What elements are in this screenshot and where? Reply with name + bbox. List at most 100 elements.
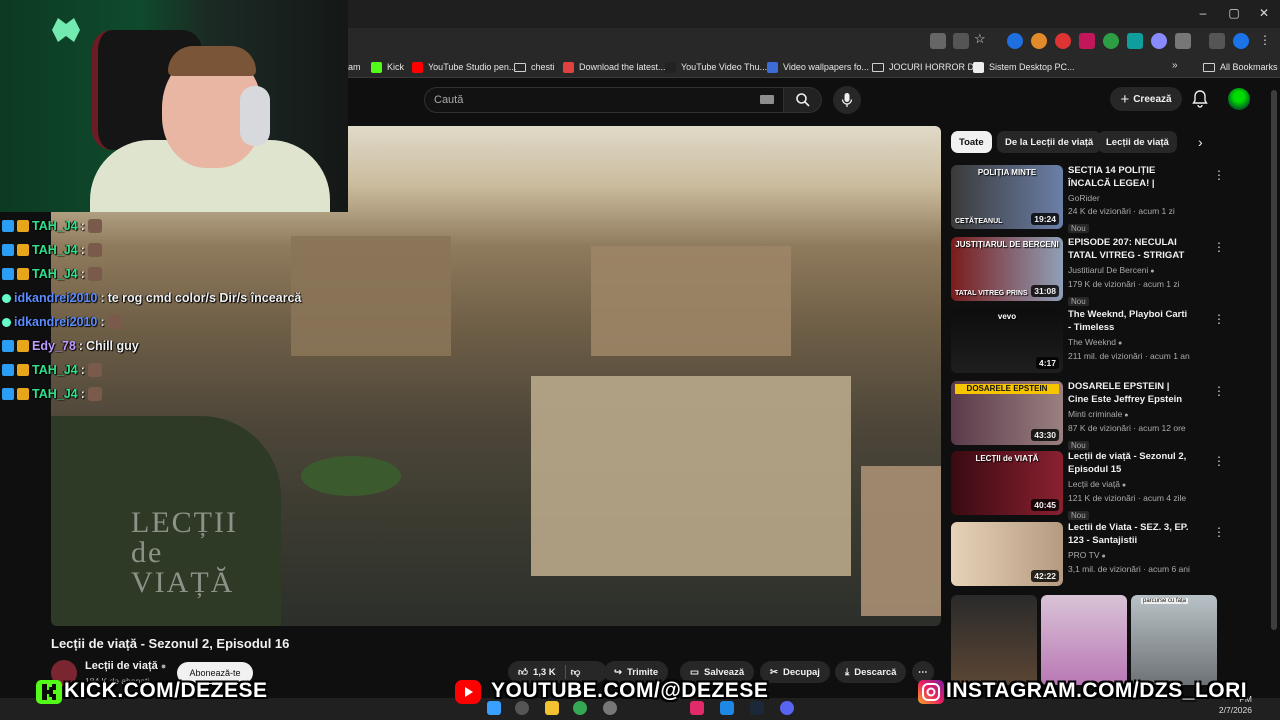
chat-separator: :: [80, 363, 85, 377]
filter-chip[interactable]: Lecții de viață: [1098, 131, 1177, 153]
maximize-icon[interactable]: ▢: [1224, 6, 1244, 20]
youtube-url: YOUTUBE.COM/@DEZESE: [491, 679, 769, 702]
bookmark-item[interactable]: JOCURI HORROR D...: [872, 57, 982, 77]
video-title[interactable]: SECȚIA 14 POLIȚIE ÎNCALCĂ LEGEA! | Săptă…: [1068, 165, 1192, 190]
channel-label: PRO TV: [1068, 550, 1100, 560]
chat-badge-icon: [2, 388, 14, 400]
video-duration: 40:45: [1031, 499, 1059, 511]
filter-chip[interactable]: De la Lecții de viață: [997, 131, 1102, 153]
more-options-icon[interactable]: ⋮: [1213, 312, 1225, 326]
bookmark-item[interactable]: Kick: [371, 57, 404, 77]
channel-name[interactable]: GoRider: [1068, 192, 1192, 205]
minimize-icon[interactable]: –: [1193, 6, 1213, 20]
short-thumbnail[interactable]: [951, 595, 1037, 685]
video-title[interactable]: Lecții de viață - Sezonul 2, Episodul 15: [1068, 451, 1192, 476]
bookmark-item[interactable]: YouTube Studio pen...: [412, 57, 516, 77]
page-scrollbar[interactable]: [1271, 90, 1277, 630]
thumbnail-text: POLIȚIA MINTE: [977, 168, 1037, 177]
new-badge: Nou: [1068, 511, 1089, 520]
favicon-icon: [767, 61, 778, 73]
search-input[interactable]: Caută: [424, 87, 784, 113]
extension-icon[interactable]: [1055, 33, 1071, 49]
channel-name[interactable]: Justitiarul De Berceni ●: [1068, 264, 1192, 278]
favicon-icon: [563, 61, 574, 73]
extensions-puzzle-icon[interactable]: [1175, 33, 1191, 49]
favicon-icon: [665, 61, 676, 73]
bookmark-star-icon[interactable]: ☆: [974, 31, 986, 47]
extension-icon[interactable]: [1007, 33, 1023, 49]
reading-list-icon[interactable]: [1209, 33, 1225, 49]
more-options-icon[interactable]: ⋮: [1213, 384, 1225, 398]
video-thumbnail[interactable]: vevo 4:17: [951, 309, 1063, 373]
profile-icon[interactable]: [1233, 33, 1249, 49]
chat-separator: :: [80, 387, 85, 401]
extension-icon[interactable]: [1103, 33, 1119, 49]
browser-menu-icon[interactable]: ⋮: [1259, 33, 1271, 47]
webcam-overlay: [0, 0, 348, 212]
bookmark-item[interactable]: Download the latest...: [563, 57, 666, 77]
recommended-video[interactable]: 42:22 Lectii de Viata - SEZ. 3, EP. 123 -…: [951, 522, 1225, 590]
extension-icon[interactable]: [1151, 33, 1167, 49]
video-thumbnail[interactable]: JUSTIȚIARUL DE BERCENI TATAL VITREG PRINS…: [951, 237, 1063, 301]
voice-search-button[interactable]: [833, 86, 861, 114]
channel-label: The Weeknd: [1068, 337, 1117, 347]
bookmark-item[interactable]: am: [348, 57, 361, 77]
notifications-icon[interactable]: [1192, 90, 1208, 113]
translate-icon[interactable]: [930, 33, 946, 49]
chat-emote-icon: [107, 315, 122, 329]
bookmark-item[interactable]: YouTube Video Thu...: [665, 57, 767, 77]
more-options-icon[interactable]: ⋮: [1213, 240, 1225, 254]
channel-name[interactable]: Lecții de viață ●: [85, 660, 166, 672]
create-button[interactable]: + Creează: [1110, 87, 1182, 111]
video-thumbnail[interactable]: POLIȚIA MINTE CETĂȚEANUL 19:24: [951, 165, 1063, 229]
recommended-video[interactable]: LECȚII de VIAȚĂ 40:45 Lecții de viață - Se…: [951, 451, 1225, 520]
channel-name[interactable]: Lecții de viață ●: [1068, 478, 1192, 492]
channel-name[interactable]: PRO TV ●: [1068, 549, 1192, 563]
more-options-icon[interactable]: ⋮: [1213, 454, 1225, 468]
video-title[interactable]: Lectii de Viata - SEZ. 3, EP. 123 - Sant…: [1068, 522, 1192, 547]
bookmark-item[interactable]: Sistem Desktop PC...: [973, 57, 1075, 77]
video-title[interactable]: DOSARELE EPSTEIN | Cine Este Jeffrey Eps…: [1068, 381, 1192, 406]
recommended-video[interactable]: DOSARELE EPSTEIN 43:30 DOSARELE EPSTEIN | …: [951, 381, 1225, 450]
recommended-video[interactable]: JUSTIȚIARUL DE BERCENI TATAL VITREG PRINS…: [951, 237, 1225, 306]
video-info: The Weeknd, Playboi Carti - Timeless The …: [1068, 309, 1192, 363]
chat-separator: :: [80, 219, 85, 233]
recommended-video[interactable]: POLIȚIA MINTE CETĂȚEANUL 19:24 SECȚIA 14 PO…: [951, 165, 1225, 233]
extension-icon[interactable]: [1127, 33, 1143, 49]
channel-name[interactable]: Minti criminale ●: [1068, 408, 1192, 422]
account-avatar[interactable]: [1228, 88, 1250, 110]
verified-icon: ●: [1116, 340, 1123, 347]
chat-message: TAH_J4 :: [2, 360, 102, 380]
bookmarks-overflow-icon[interactable]: »: [1172, 60, 1178, 71]
video-title[interactable]: The Weeknd, Playboi Carti - Timeless: [1068, 309, 1192, 334]
keyboard-icon[interactable]: [760, 95, 774, 104]
filter-chip[interactable]: Toate: [951, 131, 992, 153]
recommended-video[interactable]: vevo 4:17 The Weeknd, Playboi Carti - Time…: [951, 309, 1225, 377]
bookmark-item[interactable]: Video wallpapers fo...: [767, 57, 869, 77]
close-window-icon[interactable]: ✕: [1254, 6, 1274, 20]
video-thumbnail[interactable]: DOSARELE EPSTEIN 43:30: [951, 381, 1063, 445]
extension-icon[interactable]: [1079, 33, 1095, 49]
streamer-hair: [168, 46, 256, 76]
extension-icon[interactable]: [1031, 33, 1047, 49]
chips-next-icon[interactable]: ›: [1198, 134, 1203, 150]
channel-name[interactable]: The Weeknd ●: [1068, 336, 1192, 350]
short-thumbnail[interactable]: [1041, 595, 1127, 685]
video-duration: 4:17: [1035, 357, 1059, 369]
chat-message: idkandrei2010 :: [2, 312, 122, 332]
video-frame-roundabout: [301, 456, 401, 496]
chat-message: Edy_78 : Chill guy: [2, 336, 139, 356]
all-bookmarks[interactable]: All Bookmarks: [1203, 57, 1278, 77]
video-title[interactable]: EPISODE 207: NECULAI TATAL VITREG - STRI…: [1068, 237, 1192, 262]
more-options-icon[interactable]: ⋮: [1213, 525, 1225, 539]
cast-icon[interactable]: [953, 33, 969, 49]
channel-label: Justitiarul De Berceni: [1068, 265, 1149, 275]
video-thumbnail[interactable]: LECȚII de VIAȚĂ 40:45: [951, 451, 1063, 515]
more-options-icon[interactable]: ⋮: [1213, 168, 1225, 182]
chat-separator: :: [78, 339, 83, 353]
search-button[interactable]: [784, 87, 822, 113]
bookmark-item[interactable]: chesti: [514, 57, 555, 77]
video-thumbnail[interactable]: 42:22: [951, 522, 1063, 586]
short-thumbnail[interactable]: parcurse cu fața: [1131, 595, 1217, 685]
new-badge: Nou: [1068, 441, 1089, 450]
